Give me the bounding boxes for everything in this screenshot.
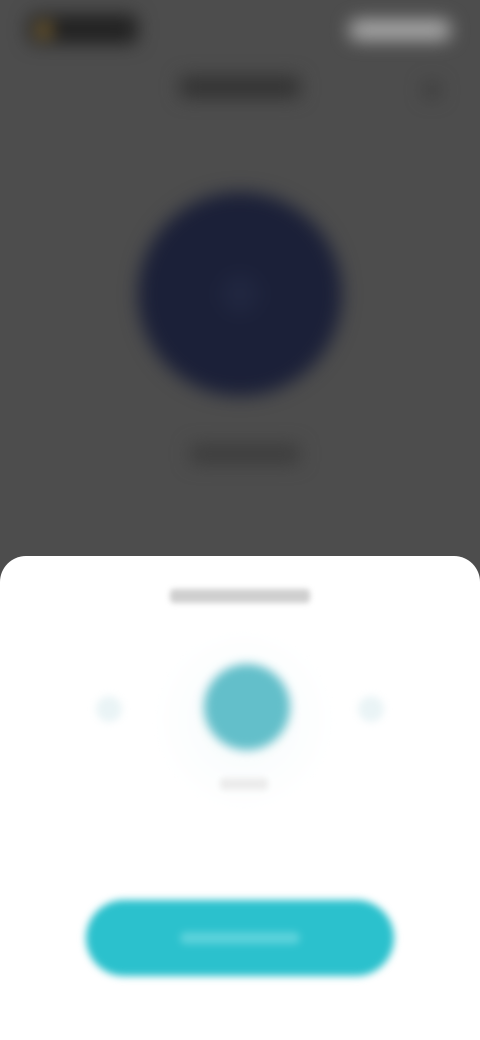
sheet-title-text: [170, 589, 310, 603]
scan-target-icon[interactable]: [204, 664, 290, 750]
center-caption: [220, 778, 268, 790]
sheet-title: [0, 584, 480, 608]
header-title: [180, 76, 300, 98]
status-icons: [350, 20, 450, 40]
left-indicator-icon: [96, 696, 122, 722]
camera-indicator-icon: [28, 14, 138, 44]
screen: [0, 0, 480, 1040]
more-icon[interactable]: [424, 82, 440, 98]
bottom-sheet: [0, 556, 480, 1040]
primary-action-label: [180, 932, 300, 944]
recording-dot-icon: [38, 24, 50, 36]
primary-action-button[interactable]: [86, 900, 394, 976]
right-indicator-icon: [358, 696, 384, 722]
profile-circle-inner: [220, 274, 260, 314]
hero-caption: [190, 444, 300, 464]
blurred-background-app: [0, 0, 480, 560]
status-bar: [0, 0, 480, 60]
profile-circle-icon: [138, 192, 342, 396]
